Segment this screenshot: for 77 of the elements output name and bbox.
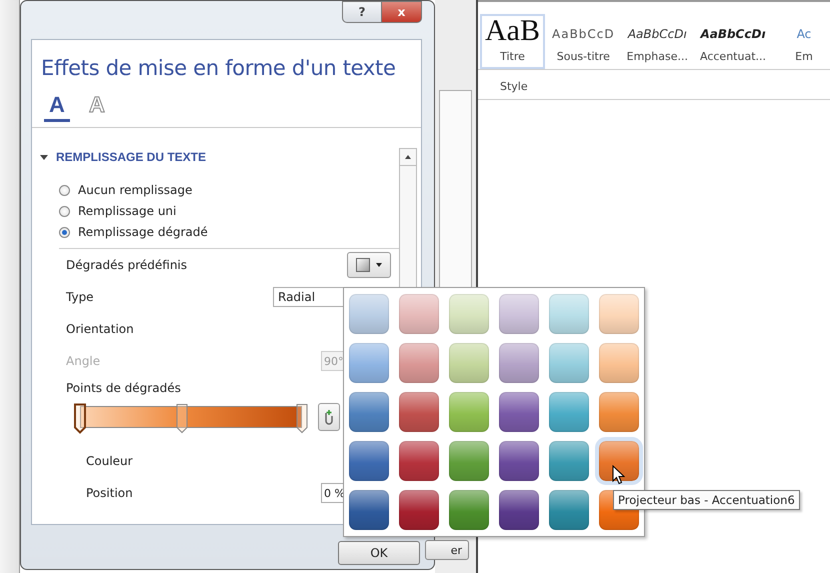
style-sample: AaBbCcDı: [628, 26, 687, 43]
gradient-swatch[interactable]: [599, 392, 639, 432]
gradient-swatch[interactable]: [449, 490, 489, 530]
field-label: Dégradés prédéfinis: [66, 258, 188, 272]
radio-label[interactable]: Remplissage uni: [78, 204, 176, 218]
gradient-swatch[interactable]: [349, 392, 389, 432]
gradient-swatch[interactable]: [349, 490, 389, 530]
radio-button[interactable]: [59, 226, 70, 238]
gradient-stop-handle[interactable]: [176, 403, 188, 434]
style-sample: AaBbCcD: [552, 26, 615, 43]
gradient-swatch[interactable]: [549, 392, 589, 432]
help-button[interactable]: ?: [342, 1, 382, 23]
field-label: Position: [86, 486, 134, 500]
gradient-swatch[interactable]: [599, 343, 639, 383]
gradient-swatch[interactable]: [399, 392, 439, 432]
gradient-swatch[interactable]: [499, 343, 539, 383]
text-fill-tab[interactable]: A: [44, 92, 70, 122]
field-label: Couleur: [86, 454, 134, 468]
gradient-swatch[interactable]: [549, 343, 589, 383]
style-gallery-item[interactable]: AaBbCcDı Accentuat...: [695, 14, 771, 69]
gradient-swatch[interactable]: [399, 343, 439, 383]
style-label: Titre: [500, 50, 525, 63]
style-sample: AaB: [485, 14, 540, 48]
close-button[interactable]: x: [382, 1, 422, 23]
style-gallery-item[interactable]: Ac Em: [773, 14, 830, 69]
preset-gradients-button[interactable]: [347, 252, 391, 278]
gradient-swatch[interactable]: [499, 490, 539, 530]
gradient-swatch[interactable]: [449, 441, 489, 481]
tooltip: Projecteur bas - Accentuation6: [613, 490, 800, 510]
gradient-swatch[interactable]: [499, 392, 539, 432]
field-label: Angle: [66, 354, 102, 368]
caret-icon: [376, 263, 382, 267]
section-header[interactable]: REMPLISSAGE DU TEXTE: [56, 150, 206, 164]
field-label: Orientation: [66, 322, 135, 336]
collapse-triangle-icon[interactable]: [40, 154, 48, 160]
ok-button[interactable]: OK: [338, 541, 420, 565]
gradient-swatch[interactable]: [499, 294, 539, 334]
add-gradient-stop-button[interactable]: [318, 403, 340, 431]
gradient-swatch[interactable]: [399, 294, 439, 334]
gradient-swatch[interactable]: [549, 441, 589, 481]
style-sample: Ac: [796, 26, 812, 43]
style-label: Em: [795, 50, 813, 63]
add-stop-icon: [323, 409, 335, 425]
radio-label[interactable]: Aucun remplissage: [78, 183, 192, 197]
style-sample: AaBbCcDı: [700, 26, 766, 43]
gradient-swatch[interactable]: [599, 441, 639, 481]
gradient-swatch[interactable]: [599, 294, 639, 334]
gradient-swatch[interactable]: [449, 294, 489, 334]
gradient-swatch[interactable]: [399, 441, 439, 481]
cancel-button[interactable]: er: [425, 540, 469, 560]
gradient-stop-handle[interactable]: [74, 403, 86, 434]
gradient-stops-bar[interactable]: [74, 403, 308, 435]
radio-label[interactable]: Remplissage dégradé: [78, 225, 208, 239]
gradient-square-icon: [356, 258, 370, 272]
gradient-swatch[interactable]: [549, 490, 589, 530]
gradient-swatch[interactable]: [349, 343, 389, 383]
style-label: Accentuat...: [700, 50, 766, 63]
gradient-swatch[interactable]: [449, 343, 489, 383]
mouse-pointer-icon: [612, 465, 625, 485]
gradient-swatch[interactable]: [349, 294, 389, 334]
style-gallery-item[interactable]: AaBbCcD Sous-titre: [547, 14, 620, 69]
style-gallery-item[interactable]: AaB Titre: [480, 14, 545, 69]
style-label: Sous-titre: [556, 50, 610, 63]
gradient-swatch[interactable]: [349, 441, 389, 481]
radio-button[interactable]: [59, 206, 70, 216]
gradient-swatch[interactable]: [449, 392, 489, 432]
style-label: Emphase...: [626, 50, 688, 63]
dialog-title: Effets de mise en forme d'un texte: [40, 55, 397, 80]
radio-button[interactable]: [59, 184, 70, 196]
gradient-swatch[interactable]: [499, 441, 539, 481]
field-label: Type: [66, 290, 95, 304]
gradient-swatch[interactable]: [399, 490, 439, 530]
field-label: Points de dégradés: [66, 381, 182, 395]
gradient-swatch[interactable]: [549, 294, 589, 334]
style-gallery-item[interactable]: AaBbCcDı Emphase...: [622, 14, 693, 69]
gradient-stop-handle[interactable]: [296, 403, 308, 434]
text-outline-tab[interactable]: A: [84, 92, 110, 122]
